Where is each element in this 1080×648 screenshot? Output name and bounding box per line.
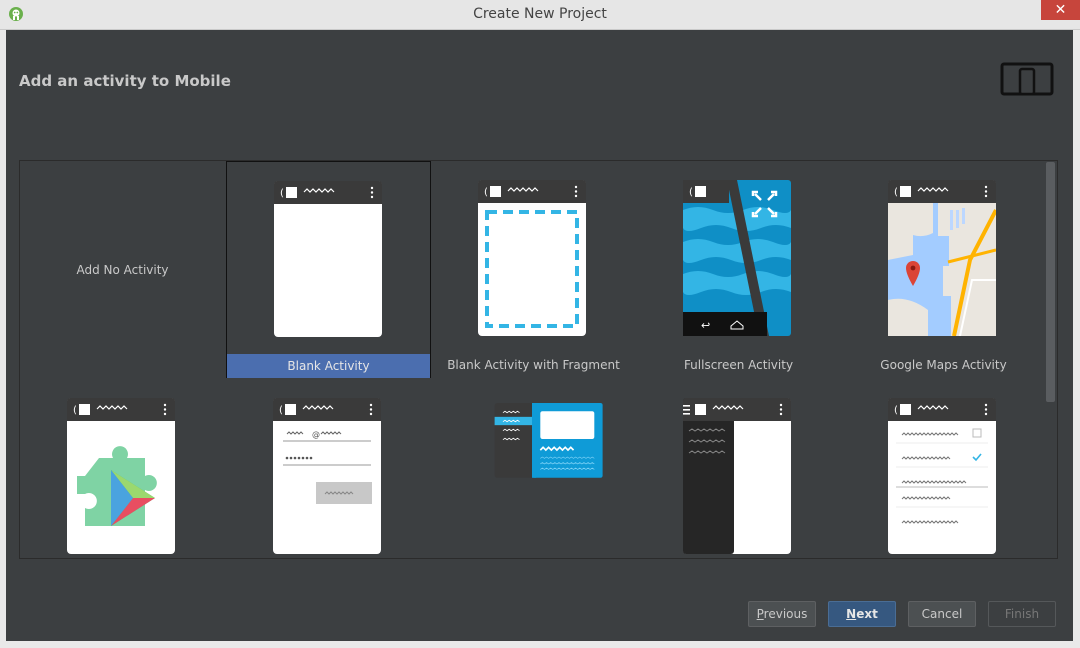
svg-text:(: ( xyxy=(279,405,283,416)
blank-activity-icon: ( xyxy=(274,181,382,337)
previous-mnemonic: P xyxy=(756,607,764,621)
navigation-drawer-icon xyxy=(683,398,791,554)
blank-fragment-icon: ( xyxy=(478,180,586,336)
tile-master-detail[interactable] xyxy=(431,379,636,558)
svg-text:(: ( xyxy=(484,187,488,198)
tile-blank-activity[interactable]: ( Blank Activity xyxy=(226,161,431,378)
window-frame-left xyxy=(0,30,6,642)
tile-navigation-drawer[interactable] xyxy=(636,379,841,558)
window-frame-right xyxy=(1073,30,1080,648)
at-sign: @ xyxy=(312,430,320,439)
svg-text:(: ( xyxy=(689,187,693,198)
title-bar: Create New Project ✕ xyxy=(0,0,1080,30)
play-services-icon: ( xyxy=(67,398,175,554)
settings-list-icon: ( xyxy=(888,398,996,554)
svg-text:(: ( xyxy=(894,187,898,198)
tile-blank-fragment[interactable]: ( Blank Activity with Fragment xyxy=(431,161,636,378)
phone-tablet-icon xyxy=(1000,62,1054,96)
next-mnemonic: N xyxy=(846,607,857,621)
svg-text:↩: ↩ xyxy=(701,319,710,332)
window-frame-bottom xyxy=(0,641,1080,648)
gallery-scrollbar[interactable] xyxy=(1046,162,1055,402)
maps-icon: ( xyxy=(888,180,996,336)
previous-label: revious xyxy=(763,607,808,621)
tile-login[interactable]: ( @ xyxy=(226,379,431,558)
tile-google-maps[interactable]: ( Google Maps Activity xyxy=(841,161,1046,378)
tile-label: Blank Activity xyxy=(227,354,430,378)
fullscreen-icon: ( ↩ xyxy=(683,180,791,336)
master-detail-icon xyxy=(494,403,603,478)
page-title: Add an activity to Mobile xyxy=(19,72,231,90)
svg-text:(: ( xyxy=(280,188,284,199)
window-title: Create New Project xyxy=(473,6,607,22)
login-form-icon: ( @ xyxy=(273,398,381,554)
next-button[interactable]: Next xyxy=(828,601,896,627)
previous-button[interactable]: Previous xyxy=(748,601,816,627)
tile-label: Blank Activity with Fragment xyxy=(447,358,620,372)
activity-gallery: Add No Activity ( Blank Activity ( Blank… xyxy=(19,160,1058,559)
next-label: ext xyxy=(856,607,878,621)
svg-text:(: ( xyxy=(894,405,898,416)
tile-fullscreen[interactable]: ( ↩ Fullscreen Activity xyxy=(636,161,841,378)
tile-settings[interactable]: ( xyxy=(841,379,1046,558)
tile-add-no-activity[interactable]: Add No Activity xyxy=(20,161,225,378)
finish-button[interactable]: Finish xyxy=(988,601,1056,627)
tile-label: Google Maps Activity xyxy=(880,358,1007,372)
cancel-button[interactable]: Cancel xyxy=(908,601,976,627)
svg-text:(: ( xyxy=(73,405,77,416)
tile-label: Fullscreen Activity xyxy=(683,358,794,372)
tile-label: Add No Activity xyxy=(76,263,169,277)
tile-play-services[interactable]: ( xyxy=(20,379,225,558)
close-button[interactable]: ✕ xyxy=(1041,0,1080,20)
